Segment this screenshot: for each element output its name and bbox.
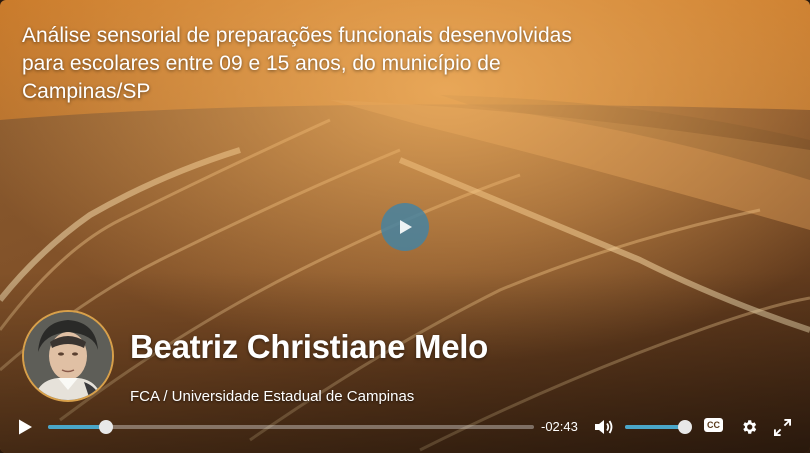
- volume-handle[interactable]: [678, 420, 692, 434]
- video-title: Análise sensorial de preparações funcion…: [22, 24, 572, 103]
- portrait-image: [24, 312, 112, 400]
- time-remaining: -02:43: [541, 419, 578, 434]
- progress-fill: [48, 425, 107, 429]
- volume-slider[interactable]: [625, 420, 692, 434]
- presenter-avatar: [22, 310, 114, 402]
- fullscreen-icon: [773, 418, 791, 436]
- settings-button[interactable]: [738, 416, 760, 438]
- fullscreen-button[interactable]: [771, 416, 793, 438]
- presenter-name: Beatriz Christiane Melo: [130, 328, 489, 365]
- gear-icon: [743, 420, 757, 434]
- closed-captions-button[interactable]: CC: [704, 418, 723, 432]
- volume-icon: [595, 420, 613, 434]
- progress-bar[interactable]: [48, 420, 534, 434]
- play-icon: [19, 419, 32, 435]
- closed-captions-icon: CC: [707, 420, 720, 430]
- volume-button[interactable]: [593, 417, 615, 437]
- center-play-button[interactable]: [381, 203, 429, 251]
- volume-fill: [625, 425, 685, 429]
- video-player[interactable]: Análise sensorial de preparações funcion…: [0, 0, 810, 453]
- play-button[interactable]: [12, 414, 38, 440]
- play-icon: [400, 220, 412, 234]
- presenter-affiliation: FCA / Universidade Estadual de Campinas: [130, 388, 415, 405]
